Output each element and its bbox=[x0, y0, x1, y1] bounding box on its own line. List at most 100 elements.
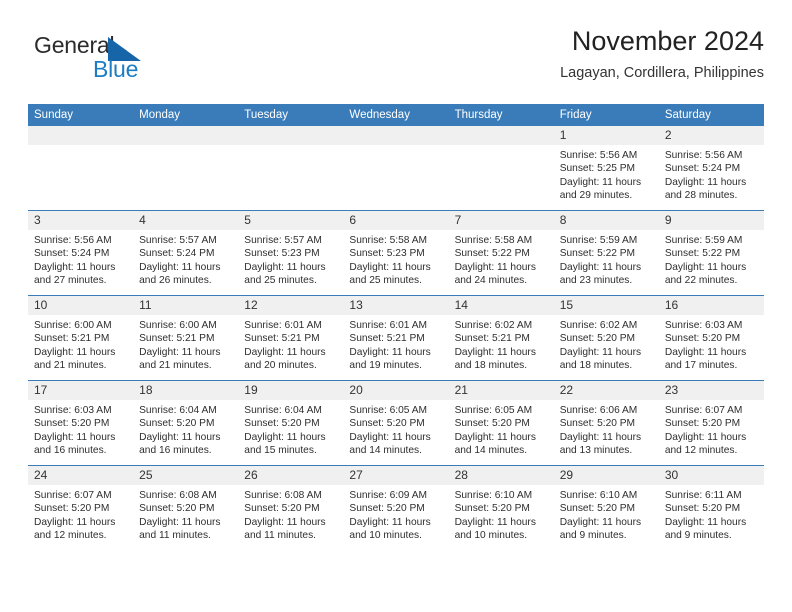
day-cell-content bbox=[28, 126, 134, 210]
day-number: 4 bbox=[133, 211, 239, 230]
day-sun-info: Sunrise: 6:00 AM Sunset: 5:21 PM Daylight:… bbox=[28, 315, 133, 373]
calendar-day-cell[interactable]: 16 Sunrise: 6:03 AM Sunset: 5:20 PM Dayligh… bbox=[658, 295, 764, 381]
day-number-empty bbox=[133, 126, 239, 145]
day-number: 29 bbox=[553, 466, 659, 485]
day-cell-content: 29 Sunrise: 6:10 AM Sunset: 5:20 PM Dayligh… bbox=[553, 466, 659, 550]
sun-info-line: Daylight: 11 hours bbox=[244, 516, 326, 528]
day-sun-info: Sunrise: 5:56 AM Sunset: 5:25 PM Daylight:… bbox=[554, 145, 659, 203]
calendar-day-cell[interactable]: 9 Sunrise: 5:59 AM Sunset: 5:22 PM Daylight… bbox=[658, 210, 764, 296]
day-cell-content bbox=[238, 126, 344, 210]
sun-info-line: Daylight: 11 hours bbox=[244, 431, 326, 443]
sun-info-line: Sunrise: 6:00 AM bbox=[139, 320, 217, 331]
calendar-day-cell[interactable]: 8 Sunrise: 5:59 AM Sunset: 5:22 PM Daylight… bbox=[553, 210, 659, 296]
calendar-day-cell[interactable]: 5 Sunrise: 5:57 AM Sunset: 5:23 PM Daylight… bbox=[238, 210, 344, 296]
day-cell-content bbox=[133, 126, 239, 210]
calendar-day-cell[interactable]: 30 Sunrise: 6:11 AM Sunset: 5:20 PM Dayligh… bbox=[658, 465, 764, 550]
sun-info-line: and 10 minutes. bbox=[454, 530, 528, 542]
calendar-body: 1 Sunrise: 5:56 AM Sunset: 5:25 PM Daylight… bbox=[28, 126, 764, 550]
calendar-day-cell[interactable]: 25 Sunrise: 6:08 AM Sunset: 5:20 PM Dayligh… bbox=[133, 465, 239, 550]
day-number: 19 bbox=[238, 381, 344, 400]
day-sun-info: Sunrise: 6:03 AM Sunset: 5:20 PM Daylight:… bbox=[28, 400, 133, 458]
sun-info-line: Sunset: 5:23 PM bbox=[349, 248, 425, 260]
calendar-day-cell[interactable]: 27 Sunrise: 6:09 AM Sunset: 5:20 PM Dayligh… bbox=[343, 465, 449, 550]
day-sun-info: Sunrise: 6:07 AM Sunset: 5:20 PM Daylight:… bbox=[659, 400, 764, 458]
sun-info-line: and 25 minutes. bbox=[349, 275, 422, 287]
day-cell-content: 12 Sunrise: 6:01 AM Sunset: 5:21 PM Dayligh… bbox=[238, 296, 344, 380]
calendar-day-cell[interactable]: 10 Sunrise: 6:00 AM Sunset: 5:21 PM Dayligh… bbox=[28, 295, 134, 381]
sun-info-line: Sunset: 5:24 PM bbox=[34, 248, 110, 260]
day-sun-info: Sunrise: 6:00 AM Sunset: 5:21 PM Daylight:… bbox=[133, 315, 238, 373]
general-blue-logo[interactable]: General Blue bbox=[34, 32, 224, 90]
sun-info-line: and 13 minutes. bbox=[559, 445, 633, 457]
calendar-day-cell[interactable]: 7 Sunrise: 5:58 AM Sunset: 5:22 PM Daylight… bbox=[448, 210, 554, 296]
calendar-day-cell[interactable] bbox=[133, 126, 239, 211]
calendar-day-cell[interactable]: 4 Sunrise: 5:57 AM Sunset: 5:24 PM Daylight… bbox=[133, 210, 239, 296]
day-sun-info bbox=[449, 145, 554, 149]
calendar-day-cell[interactable]: 17 Sunrise: 6:03 AM Sunset: 5:20 PM Dayligh… bbox=[28, 380, 134, 466]
day-number: 26 bbox=[238, 466, 344, 485]
sun-info-line: Sunrise: 6:02 AM bbox=[454, 320, 533, 331]
day-number: 7 bbox=[448, 211, 554, 230]
sun-info-line: and 9 minutes. bbox=[664, 530, 732, 542]
calendar-day-cell[interactable]: 18 Sunrise: 6:04 AM Sunset: 5:20 PM Dayligh… bbox=[133, 380, 239, 466]
sun-info-line: Sunset: 5:22 PM bbox=[664, 248, 741, 260]
calendar-day-cell[interactable]: 3 Sunrise: 5:56 AM Sunset: 5:24 PM Daylight… bbox=[28, 210, 134, 296]
sun-info-line: Sunset: 5:20 PM bbox=[34, 418, 110, 430]
calendar-day-cell[interactable]: 24 Sunrise: 6:07 AM Sunset: 5:20 PM Dayligh… bbox=[28, 465, 134, 550]
sun-info-line: Sunset: 5:20 PM bbox=[349, 418, 425, 430]
sun-info-line: and 16 minutes. bbox=[139, 445, 212, 457]
calendar-day-cell[interactable]: 28 Sunrise: 6:10 AM Sunset: 5:20 PM Dayligh… bbox=[448, 465, 554, 550]
calendar-week-row: 24 Sunrise: 6:07 AM Sunset: 5:20 PM Dayligh… bbox=[28, 465, 764, 550]
calendar-day-cell[interactable]: 12 Sunrise: 6:01 AM Sunset: 5:21 PM Dayligh… bbox=[238, 295, 344, 381]
sun-info-line: Daylight: 11 hours bbox=[34, 346, 116, 358]
sun-info-line: and 18 minutes. bbox=[454, 360, 528, 372]
day-cell-content: 22 Sunrise: 6:06 AM Sunset: 5:20 PM Dayligh… bbox=[553, 381, 659, 465]
day-sun-info: Sunrise: 6:04 AM Sunset: 5:20 PM Daylight:… bbox=[238, 400, 343, 458]
calendar-day-cell[interactable]: 23 Sunrise: 6:07 AM Sunset: 5:20 PM Dayligh… bbox=[658, 380, 764, 466]
sun-info-line: Sunset: 5:20 PM bbox=[559, 333, 636, 345]
sun-info-line: Sunrise: 5:56 AM bbox=[664, 150, 743, 161]
sun-info-line: Sunrise: 6:01 AM bbox=[244, 320, 322, 331]
calendar-day-cell[interactable] bbox=[28, 126, 134, 211]
sun-info-line: Sunrise: 6:05 AM bbox=[454, 405, 533, 416]
calendar-day-cell[interactable]: 2 Sunrise: 5:56 AM Sunset: 5:24 PM Daylight… bbox=[658, 126, 764, 211]
calendar-day-cell[interactable] bbox=[343, 126, 449, 211]
sun-info-line: Sunrise: 6:07 AM bbox=[664, 405, 743, 416]
sun-info-line: and 18 minutes. bbox=[559, 360, 633, 372]
calendar-day-cell[interactable]: 1 Sunrise: 5:56 AM Sunset: 5:25 PM Daylight… bbox=[553, 126, 659, 211]
calendar-day-cell[interactable]: 19 Sunrise: 6:04 AM Sunset: 5:20 PM Dayligh… bbox=[238, 380, 344, 466]
calendar-day-cell[interactable] bbox=[448, 126, 554, 211]
calendar-day-cell[interactable]: 26 Sunrise: 6:08 AM Sunset: 5:20 PM Dayligh… bbox=[238, 465, 344, 550]
calendar-day-cell[interactable]: 29 Sunrise: 6:10 AM Sunset: 5:20 PM Dayligh… bbox=[553, 465, 659, 550]
day-number: 20 bbox=[343, 381, 449, 400]
day-cell-content: 1 Sunrise: 5:56 AM Sunset: 5:25 PM Daylight… bbox=[553, 126, 659, 210]
calendar-day-cell[interactable]: 15 Sunrise: 6:02 AM Sunset: 5:20 PM Dayligh… bbox=[553, 295, 659, 381]
sun-info-line: Sunrise: 5:57 AM bbox=[139, 235, 217, 246]
day-sun-info: Sunrise: 6:08 AM Sunset: 5:20 PM Daylight:… bbox=[238, 485, 343, 543]
day-number: 27 bbox=[343, 466, 449, 485]
calendar-day-cell[interactable]: 6 Sunrise: 5:58 AM Sunset: 5:23 PM Daylight… bbox=[343, 210, 449, 296]
day-number: 22 bbox=[553, 381, 659, 400]
sun-info-line: Sunset: 5:24 PM bbox=[139, 248, 215, 260]
day-sun-info: Sunrise: 5:57 AM Sunset: 5:23 PM Daylight:… bbox=[238, 230, 343, 288]
sun-info-line: Daylight: 11 hours bbox=[559, 346, 642, 358]
sun-info-line: and 11 minutes. bbox=[244, 530, 317, 542]
calendar-day-cell[interactable]: 11 Sunrise: 6:00 AM Sunset: 5:21 PM Dayligh… bbox=[133, 295, 239, 381]
sun-info-line: Sunrise: 5:56 AM bbox=[34, 235, 112, 246]
sun-info-line: Sunset: 5:24 PM bbox=[664, 163, 741, 175]
sun-info-line: Sunrise: 6:11 AM bbox=[664, 490, 742, 501]
day-sun-info: Sunrise: 5:56 AM Sunset: 5:24 PM Daylight:… bbox=[28, 230, 133, 288]
day-sun-info: Sunrise: 6:09 AM Sunset: 5:20 PM Daylight:… bbox=[343, 485, 448, 543]
calendar-day-cell[interactable]: 20 Sunrise: 6:05 AM Sunset: 5:20 PM Dayligh… bbox=[343, 380, 449, 466]
day-number-empty bbox=[28, 126, 134, 145]
day-sun-info: Sunrise: 6:05 AM Sunset: 5:20 PM Daylight:… bbox=[343, 400, 448, 458]
sun-info-line: and 29 minutes. bbox=[559, 190, 633, 202]
day-sun-info: Sunrise: 6:01 AM Sunset: 5:21 PM Daylight:… bbox=[343, 315, 448, 373]
calendar-day-cell[interactable]: 21 Sunrise: 6:05 AM Sunset: 5:20 PM Dayligh… bbox=[448, 380, 554, 466]
sun-info-line: Sunset: 5:20 PM bbox=[664, 333, 741, 345]
calendar-day-cell[interactable]: 22 Sunrise: 6:06 AM Sunset: 5:20 PM Dayligh… bbox=[553, 380, 659, 466]
calendar-day-cell[interactable]: 13 Sunrise: 6:01 AM Sunset: 5:21 PM Dayligh… bbox=[343, 295, 449, 381]
calendar-day-cell[interactable] bbox=[238, 126, 344, 211]
calendar-day-cell[interactable]: 14 Sunrise: 6:02 AM Sunset: 5:21 PM Dayligh… bbox=[448, 295, 554, 381]
sun-info-line: Daylight: 11 hours bbox=[34, 261, 116, 273]
